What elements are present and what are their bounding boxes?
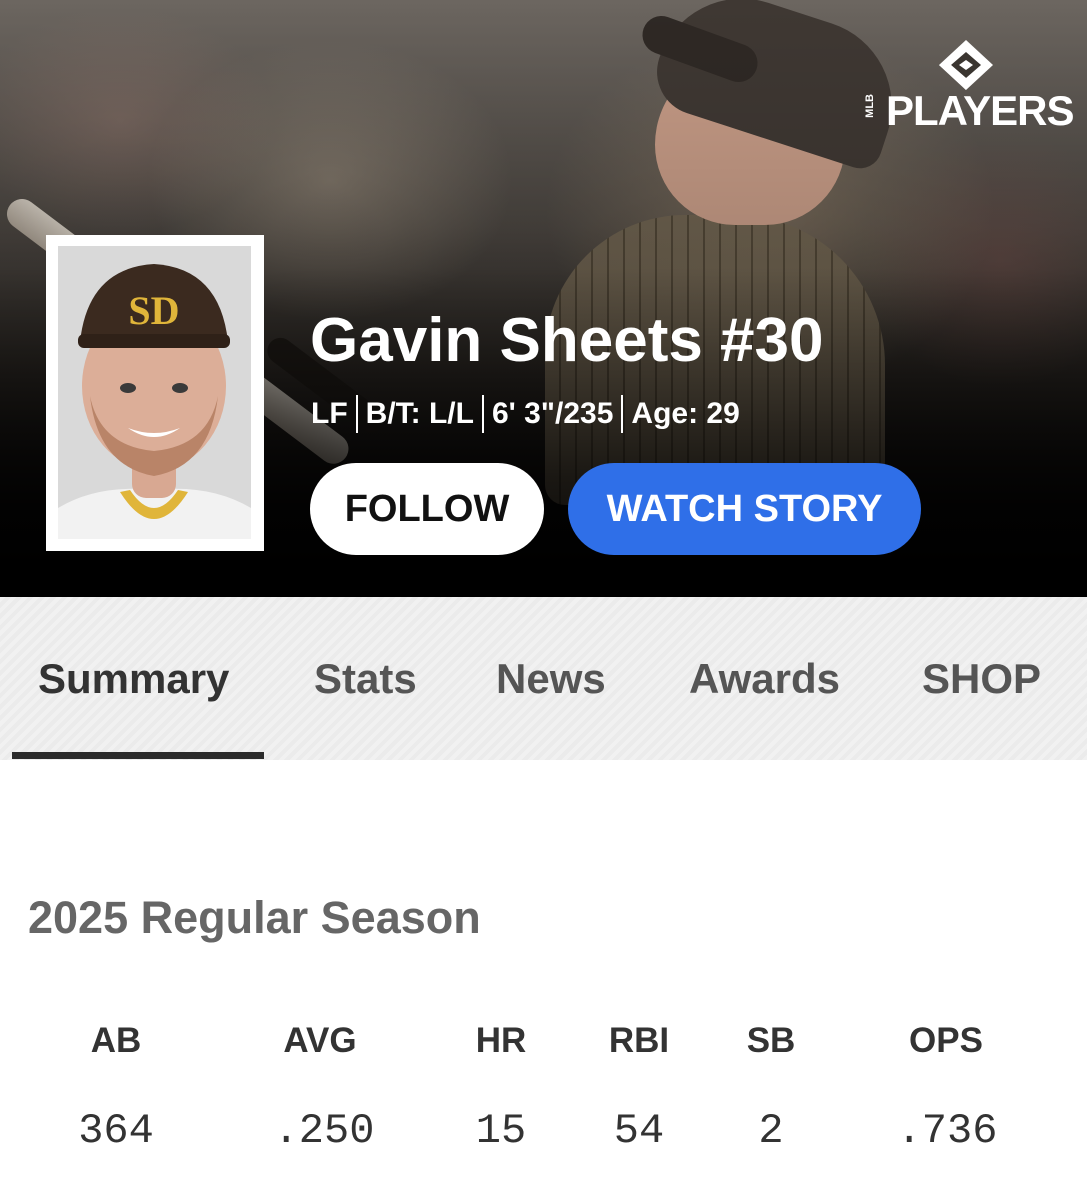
stat-label-ab: AB	[90, 1021, 142, 1060]
player-bats-throws: B/T: L/L	[365, 397, 474, 430]
season-title: 2025 Regular Season	[28, 892, 481, 943]
player-headshot: SD	[58, 246, 251, 539]
player-position: LF	[311, 397, 348, 430]
watch-story-button[interactable]: WATCH STORY	[568, 463, 921, 555]
stat-value-ab: 364	[78, 1107, 154, 1155]
player-meta: LF B/T: L/L 6' 3"/235 Age: 29	[311, 395, 740, 433]
player-age: Age: 29	[631, 397, 740, 430]
stat-label-ops: OPS	[909, 1021, 983, 1060]
brand-mlb-text: MLB	[864, 94, 876, 118]
tab-stats[interactable]: Stats	[314, 657, 417, 701]
stat-label-hr: HR	[475, 1021, 527, 1060]
meta-separator	[481, 395, 484, 433]
meta-separator	[621, 395, 624, 433]
tab-summary[interactable]: Summary	[38, 657, 229, 701]
stat-label-rbi: RBI	[608, 1021, 670, 1060]
tab-awards[interactable]: Awards	[689, 657, 840, 701]
tab-shop[interactable]: SHOP	[922, 657, 1041, 701]
stat-value-avg: .250	[273, 1107, 375, 1155]
player-name: Gavin Sheets #30	[310, 306, 824, 375]
player-headshot-image: SD	[58, 246, 251, 539]
stat-value-sb: 2	[758, 1107, 784, 1155]
brand-players-text: PLAYERS	[886, 87, 1075, 134]
follow-button[interactable]: FOLLOW	[310, 463, 544, 555]
svg-text:SD: SD	[128, 288, 179, 333]
stat-value-ops: .736	[896, 1107, 998, 1155]
tab-news[interactable]: News	[496, 657, 606, 701]
mlb-players-logo-icon	[939, 40, 993, 90]
meta-separator	[355, 395, 358, 433]
player-height-weight: 6' 3"/235	[491, 397, 614, 430]
stat-label-avg: AVG	[283, 1021, 357, 1060]
stat-label-sb: SB	[746, 1021, 796, 1060]
active-tab-indicator	[12, 752, 264, 759]
